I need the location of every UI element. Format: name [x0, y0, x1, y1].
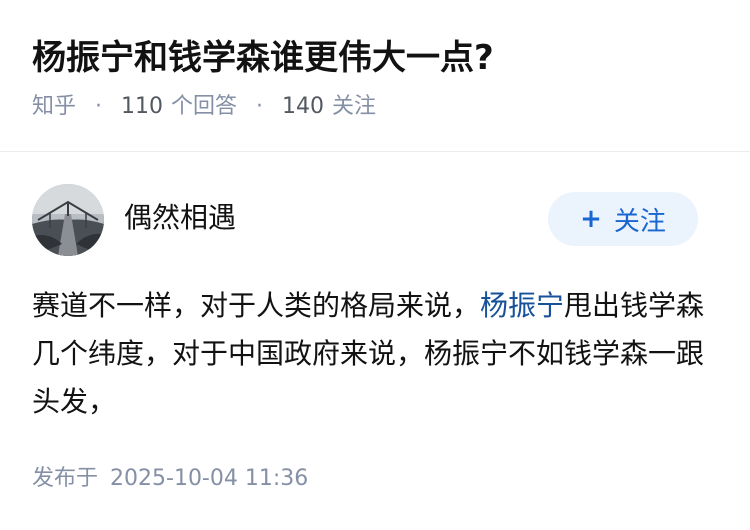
question-header: 杨振宁和钱学森谁更伟大一点? 知乎 · 110 个回答 · 140 关注 — [0, 0, 750, 119]
publish-label: 发布于 — [32, 466, 99, 491]
meta-separator: · — [95, 94, 103, 119]
follower-count: 140 — [282, 94, 325, 119]
follow-button[interactable]: + 关注 — [548, 192, 698, 246]
follower-count-label[interactable]: 关注 — [332, 94, 376, 119]
source-label[interactable]: 知乎 — [32, 94, 76, 119]
author-name[interactable]: 偶然相遇 — [124, 200, 236, 236]
bridge-photo-avatar-icon — [32, 184, 104, 256]
author-row: 偶然相遇 + 关注 — [32, 184, 718, 256]
publish-info: 发布于 2025-10-04 11:36 — [32, 464, 308, 494]
follow-button-label: 关注 — [613, 206, 666, 237]
answer-content: 赛道不一样，对于人类的格局来说，杨振宁甩出钱学森几个纬度，对于中国政府来说，杨振… — [32, 282, 718, 426]
answer-count-label[interactable]: 个回答 — [171, 94, 237, 119]
meta-separator: · — [256, 94, 264, 119]
answer-count: 110 — [121, 94, 164, 119]
person-link[interactable]: 杨振宁 — [480, 289, 564, 322]
section-divider — [0, 151, 750, 152]
plus-icon: + — [580, 204, 602, 234]
publish-datetime: 2025-10-04 11:36 — [110, 466, 309, 491]
answer-text-part1: 赛道不一样，对于人类的格局来说， — [32, 289, 481, 322]
avatar[interactable] — [32, 184, 104, 256]
question-title[interactable]: 杨振宁和钱学森谁更伟大一点? — [32, 34, 718, 82]
question-meta: 知乎 · 110 个回答 · 140 关注 — [32, 92, 718, 122]
